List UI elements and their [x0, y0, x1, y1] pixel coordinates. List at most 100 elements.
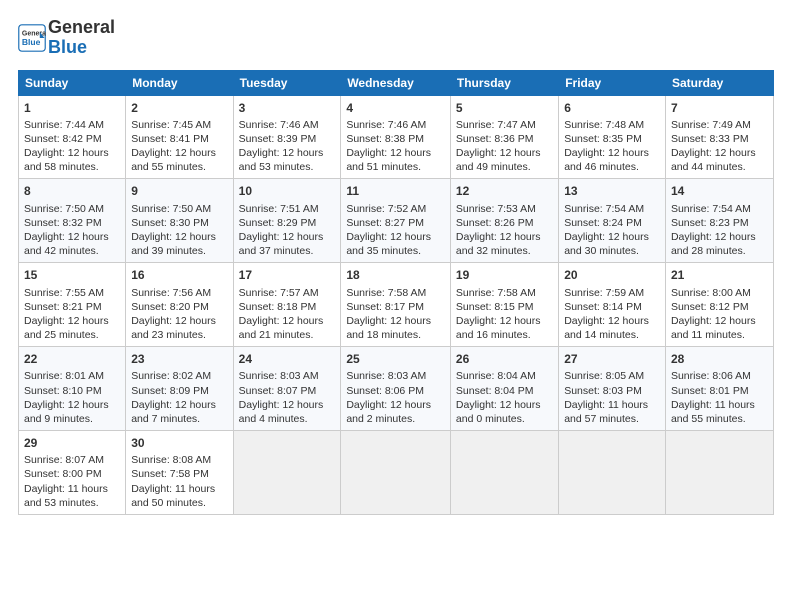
calendar-cell-4: 4 Sunrise: 7:46 AMSunset: 8:38 PMDaylight…: [341, 95, 451, 179]
day-number: 6: [564, 100, 660, 116]
cell-line: Sunrise: 7:47 AM: [456, 118, 553, 132]
cell-content: Sunrise: 8:06 AMSunset: 8:01 PMDaylight:…: [671, 369, 768, 426]
cell-content: Sunrise: 8:03 AMSunset: 8:07 PMDaylight:…: [239, 369, 336, 426]
cell-line: Sunset: 8:09 PM: [131, 384, 227, 398]
calendar-cell-9: 9Sunrise: 7:50 AMSunset: 8:30 PMDaylight…: [126, 179, 233, 263]
calendar-cell-28: 28Sunrise: 8:06 AMSunset: 8:01 PMDayligh…: [665, 347, 773, 431]
day-number: 1: [24, 100, 120, 116]
logo-icon: General Blue: [18, 24, 46, 52]
cell-content: Sunrise: 8:08 AMSunset: 7:58 PMDaylight:…: [131, 453, 227, 510]
cell-line: Daylight: 12 hours: [456, 398, 553, 412]
day-number: 29: [24, 435, 120, 451]
cell-line: Daylight: 12 hours: [671, 146, 768, 160]
cell-line: and 42 minutes.: [24, 244, 120, 258]
cell-line: Daylight: 12 hours: [239, 230, 336, 244]
cell-line: Sunset: 8:03 PM: [564, 384, 660, 398]
page: General Blue General Blue SundayMondayTu…: [0, 0, 792, 612]
week-row-1: 1Sunrise: 7:44 AMSunset: 8:42 PMDaylight…: [19, 95, 774, 179]
cell-line: Daylight: 12 hours: [346, 146, 445, 160]
cell-line: Sunset: 8:33 PM: [671, 132, 768, 146]
cell-line: Sunset: 8:10 PM: [24, 384, 120, 398]
cell-line: Sunrise: 8:02 AM: [131, 369, 227, 383]
calendar-cell-29: 29Sunrise: 8:07 AMSunset: 8:00 PMDayligh…: [19, 431, 126, 515]
calendar-cell-7: 7Sunrise: 7:49 AMSunset: 8:33 PMDaylight…: [665, 95, 773, 179]
cell-line: Daylight: 12 hours: [456, 314, 553, 328]
cell-line: Daylight: 12 hours: [131, 146, 227, 160]
cell-line: Daylight: 12 hours: [24, 314, 120, 328]
calendar-cell-empty: [559, 431, 666, 515]
day-number: 27: [564, 351, 660, 367]
calendar-cell-16: 16Sunrise: 7:56 AMSunset: 8:20 PMDayligh…: [126, 263, 233, 347]
calendar-cell-24: 24Sunrise: 8:03 AMSunset: 8:07 PMDayligh…: [233, 347, 341, 431]
cell-line: Sunrise: 7:54 AM: [671, 202, 768, 216]
week-row-3: 15Sunrise: 7:55 AMSunset: 8:21 PMDayligh…: [19, 263, 774, 347]
cell-line: and 16 minutes.: [456, 328, 553, 342]
cell-line: and 14 minutes.: [564, 328, 660, 342]
calendar-cell-26: 26Sunrise: 8:04 AMSunset: 8:04 PMDayligh…: [450, 347, 558, 431]
cell-content: Sunrise: 7:58 AMSunset: 8:17 PMDaylight:…: [346, 286, 445, 343]
cell-line: Sunset: 8:42 PM: [24, 132, 120, 146]
weekday-header-sunday: Sunday: [19, 70, 126, 95]
cell-line: Sunset: 8:21 PM: [24, 300, 120, 314]
cell-content: Sunrise: 7:57 AMSunset: 8:18 PMDaylight:…: [239, 286, 336, 343]
cell-line: Sunset: 8:30 PM: [131, 216, 227, 230]
cell-content: Sunrise: 7:46 AMSunset: 8:38 PMDaylight:…: [346, 118, 445, 175]
cell-line: Sunset: 8:27 PM: [346, 216, 445, 230]
calendar-cell-19: 19Sunrise: 7:58 AMSunset: 8:15 PMDayligh…: [450, 263, 558, 347]
day-number: 4: [346, 100, 445, 116]
cell-line: Sunrise: 7:50 AM: [131, 202, 227, 216]
cell-line: Daylight: 12 hours: [456, 230, 553, 244]
day-number: 19: [456, 267, 553, 283]
cell-line: Sunrise: 7:58 AM: [346, 286, 445, 300]
cell-line: Daylight: 12 hours: [24, 230, 120, 244]
cell-line: Sunrise: 7:57 AM: [239, 286, 336, 300]
cell-line: Sunrise: 8:03 AM: [346, 369, 445, 383]
cell-line: Sunrise: 7:50 AM: [24, 202, 120, 216]
week-row-2: 8Sunrise: 7:50 AMSunset: 8:32 PMDaylight…: [19, 179, 774, 263]
day-number: 10: [239, 183, 336, 199]
day-number: 9: [131, 183, 227, 199]
logo-general: General: [48, 18, 115, 38]
cell-line: Daylight: 11 hours: [131, 482, 227, 496]
cell-line: Sunrise: 7:54 AM: [564, 202, 660, 216]
cell-line: and 58 minutes.: [24, 160, 120, 174]
weekday-header-tuesday: Tuesday: [233, 70, 341, 95]
cell-line: Daylight: 12 hours: [671, 314, 768, 328]
cell-line: and 4 minutes.: [239, 412, 336, 426]
cell-content: Sunrise: 7:50 AMSunset: 8:32 PMDaylight:…: [24, 202, 120, 259]
calendar-cell-13: 13Sunrise: 7:54 AMSunset: 8:24 PMDayligh…: [559, 179, 666, 263]
cell-content: Sunrise: 7:52 AMSunset: 8:27 PMDaylight:…: [346, 202, 445, 259]
calendar-cell-empty: [665, 431, 773, 515]
cell-line: Sunset: 8:35 PM: [564, 132, 660, 146]
cell-line: and 35 minutes.: [346, 244, 445, 258]
cell-line: and 30 minutes.: [564, 244, 660, 258]
cell-line: and 32 minutes.: [456, 244, 553, 258]
cell-line: and 57 minutes.: [564, 412, 660, 426]
day-number: 5: [456, 100, 553, 116]
cell-line: and 51 minutes.: [346, 160, 445, 174]
calendar-cell-6: 6Sunrise: 7:48 AMSunset: 8:35 PMDaylight…: [559, 95, 666, 179]
cell-line: Sunset: 8:38 PM: [346, 132, 445, 146]
cell-line: and 25 minutes.: [24, 328, 120, 342]
day-number: 15: [24, 267, 120, 283]
cell-line: Sunrise: 8:05 AM: [564, 369, 660, 383]
cell-line: and 2 minutes.: [346, 412, 445, 426]
cell-line: and 49 minutes.: [456, 160, 553, 174]
cell-content: Sunrise: 7:53 AMSunset: 8:26 PMDaylight:…: [456, 202, 553, 259]
cell-line: Daylight: 12 hours: [346, 230, 445, 244]
day-number: 17: [239, 267, 336, 283]
cell-line: Sunrise: 7:48 AM: [564, 118, 660, 132]
calendar-cell-empty: [233, 431, 341, 515]
weekday-header-saturday: Saturday: [665, 70, 773, 95]
cell-line: Sunset: 8:14 PM: [564, 300, 660, 314]
calendar-cell-18: 18Sunrise: 7:58 AMSunset: 8:17 PMDayligh…: [341, 263, 451, 347]
cell-line: Daylight: 12 hours: [24, 398, 120, 412]
cell-line: and 37 minutes.: [239, 244, 336, 258]
cell-line: and 0 minutes.: [456, 412, 553, 426]
calendar-cell-14: 14Sunrise: 7:54 AMSunset: 8:23 PMDayligh…: [665, 179, 773, 263]
cell-line: and 46 minutes.: [564, 160, 660, 174]
calendar-table: SundayMondayTuesdayWednesdayThursdayFrid…: [18, 70, 774, 515]
cell-line: Sunrise: 8:08 AM: [131, 453, 227, 467]
cell-line: Sunset: 8:20 PM: [131, 300, 227, 314]
calendar-cell-10: 10Sunrise: 7:51 AMSunset: 8:29 PMDayligh…: [233, 179, 341, 263]
